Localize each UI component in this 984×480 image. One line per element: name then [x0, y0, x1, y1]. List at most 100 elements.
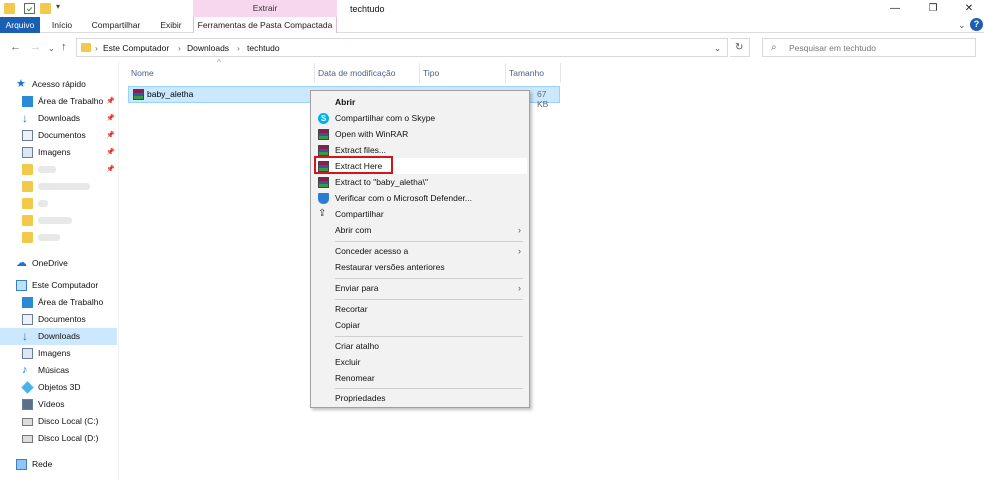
- network-icon: [16, 459, 27, 470]
- menu-item-abrir[interactable]: Abrir: [313, 94, 527, 110]
- ribbon-tabs: Arquivo Início Compartilhar Exibir Ferra…: [0, 17, 984, 33]
- address-dropdown-icon[interactable]: ⌄: [714, 43, 721, 54]
- tab-exibir[interactable]: Exibir: [152, 17, 190, 33]
- qat-dropdown-icon[interactable]: ▾: [56, 2, 60, 11]
- share-icon: ⇪: [318, 208, 327, 219]
- music-note-icon: ♪: [22, 364, 28, 376]
- up-arrow-icon[interactable]: ↑: [61, 41, 67, 53]
- blurred-label: [38, 217, 72, 224]
- column-header-nome[interactable]: Nome: [128, 63, 315, 83]
- pin-icon: 📌: [106, 98, 115, 105]
- folder-icon: [4, 3, 15, 14]
- documents-icon: [22, 314, 33, 325]
- recent-locations-icon[interactable]: ⌄: [48, 43, 55, 55]
- refresh-button[interactable]: ↻: [730, 38, 750, 57]
- tab-compartilhar[interactable]: Compartilhar: [86, 17, 146, 33]
- breadcrumb-este-computador[interactable]: Este Computador: [103, 43, 169, 53]
- nav-este-computador[interactable]: Este Computador: [0, 277, 117, 294]
- winrar-archive-icon: [133, 89, 144, 100]
- menu-item-defender[interactable]: Verificar com o Microsoft Defender...: [313, 190, 527, 206]
- menu-item-restaurar-versoes[interactable]: Restaurar versões anteriores: [313, 259, 527, 275]
- skype-icon: S: [318, 113, 329, 124]
- nav-blurred-folder[interactable]: 📌: [0, 161, 117, 178]
- menu-item-criar-atalho[interactable]: Criar atalho: [313, 338, 527, 354]
- nav-pc-objetos-3d[interactable]: Objetos 3D: [0, 379, 117, 396]
- star-icon: ★: [16, 78, 26, 90]
- menu-item-open-with-winrar[interactable]: Open with WinRAR: [313, 126, 527, 142]
- pictures-icon: [22, 147, 33, 158]
- nav-rede[interactable]: Rede: [0, 456, 117, 473]
- help-icon[interactable]: ?: [970, 18, 983, 31]
- window-title: techtudo: [350, 4, 385, 14]
- nav-documentos-quick[interactable]: Documentos 📌: [0, 127, 117, 144]
- nav-pc-imagens[interactable]: Imagens: [0, 345, 117, 362]
- nav-pc-area-de-trabalho[interactable]: Área de Trabalho: [0, 294, 117, 311]
- desktop-icon: [22, 96, 33, 107]
- nav-onedrive[interactable]: ☁ OneDrive: [0, 255, 117, 272]
- menu-item-excluir[interactable]: Excluir: [313, 354, 527, 370]
- nav-imagens-quick[interactable]: Imagens 📌: [0, 144, 117, 161]
- column-header-data[interactable]: Data de modificação: [315, 63, 420, 83]
- submenu-arrow-icon: ›: [518, 225, 521, 235]
- search-icon: ⌕: [771, 42, 777, 53]
- menu-item-extract-to[interactable]: Extract to "baby_aletha\": [313, 174, 527, 190]
- nav-area-de-trabalho[interactable]: Área de Trabalho 📌: [0, 93, 117, 110]
- tab-inicio[interactable]: Início: [44, 17, 80, 33]
- menu-item-skype[interactable]: S Compartilhar com o Skype: [313, 110, 527, 126]
- address-row: ← → ⌄ ↑ › Este Computador › Downloads › …: [0, 38, 984, 58]
- breadcrumb-techtudo[interactable]: techtudo: [247, 43, 280, 53]
- menu-item-enviar-para[interactable]: Enviar para ›: [313, 280, 527, 296]
- address-bar[interactable]: › Este Computador › Downloads › techtudo…: [76, 38, 728, 57]
- title-bar: ▾ Extrair techtudo — ❐ ✕: [0, 0, 984, 18]
- search-input[interactable]: ⌕ Pesquisar em techtudo: [762, 38, 976, 57]
- context-menu: Abrir S Compartilhar com o Skype Open wit…: [310, 90, 530, 408]
- download-arrow-icon: ↓: [22, 329, 28, 343]
- nav-blurred-folder[interactable]: [0, 212, 117, 229]
- submenu-arrow-icon: ›: [518, 283, 521, 293]
- forward-arrow-icon[interactable]: →: [30, 41, 41, 53]
- cloud-icon: ☁: [16, 257, 27, 269]
- menu-separator: [335, 299, 523, 300]
- new-folder-icon[interactable]: [40, 3, 51, 14]
- nav-pc-disco-d[interactable]: Disco Local (D:): [0, 430, 117, 447]
- menu-item-conceder-acesso[interactable]: Conceder acesso a ›: [313, 243, 527, 259]
- nav-pc-videos[interactable]: Vídeos: [0, 396, 117, 413]
- pin-icon: 📌: [106, 132, 115, 139]
- nav-pc-downloads[interactable]: ↓ Downloads: [0, 328, 117, 345]
- menu-item-propriedades[interactable]: Propriedades: [313, 390, 527, 406]
- film-icon: [22, 399, 33, 410]
- menu-item-abrir-com[interactable]: Abrir com ›: [313, 222, 527, 238]
- column-header-tipo[interactable]: Tipo: [420, 63, 506, 83]
- tab-arquivo[interactable]: Arquivo: [0, 17, 40, 33]
- nav-blurred-folder[interactable]: [0, 229, 117, 246]
- documents-icon: [22, 130, 33, 141]
- chevron-down-icon[interactable]: ⌄: [958, 20, 966, 31]
- menu-item-renomear[interactable]: Renomear: [313, 370, 527, 386]
- nav-pc-documentos[interactable]: Documentos: [0, 311, 117, 328]
- back-arrow-icon[interactable]: ←: [10, 41, 21, 53]
- column-header-tamanho[interactable]: Tamanho: [506, 63, 561, 83]
- desktop-icon: [22, 297, 33, 308]
- nav-pc-musicas[interactable]: ♪ Músicas: [0, 362, 117, 379]
- breadcrumb-separator-icon: ›: [237, 43, 240, 53]
- minimize-button[interactable]: —: [880, 0, 910, 17]
- restore-button[interactable]: ❐: [918, 0, 948, 17]
- folder-icon: [22, 181, 33, 192]
- breadcrumb-downloads[interactable]: Downloads: [187, 43, 229, 53]
- menu-item-copiar[interactable]: Copiar: [313, 317, 527, 333]
- nav-downloads-quick[interactable]: ↓ Downloads 📌: [0, 110, 117, 127]
- breadcrumb-separator-icon: ›: [95, 43, 98, 53]
- properties-icon[interactable]: [24, 3, 35, 14]
- menu-separator: [335, 388, 523, 389]
- nav-blurred-folder[interactable]: [0, 178, 117, 195]
- menu-item-recortar[interactable]: Recortar: [313, 301, 527, 317]
- blurred-label: [38, 166, 56, 173]
- tab-ferramentas-pasta-compactada[interactable]: Ferramentas de Pasta Compactada: [193, 17, 337, 33]
- nav-pc-disco-c[interactable]: Disco Local (C:): [0, 413, 117, 430]
- highlight-box: [314, 156, 393, 174]
- nav-blurred-folder[interactable]: [0, 195, 117, 212]
- menu-item-compartilhar[interactable]: ⇪ Compartilhar: [313, 206, 527, 222]
- nav-acesso-rapido[interactable]: ★ Acesso rápido: [0, 76, 117, 93]
- close-button[interactable]: ✕: [954, 0, 984, 17]
- computer-icon: [16, 280, 27, 291]
